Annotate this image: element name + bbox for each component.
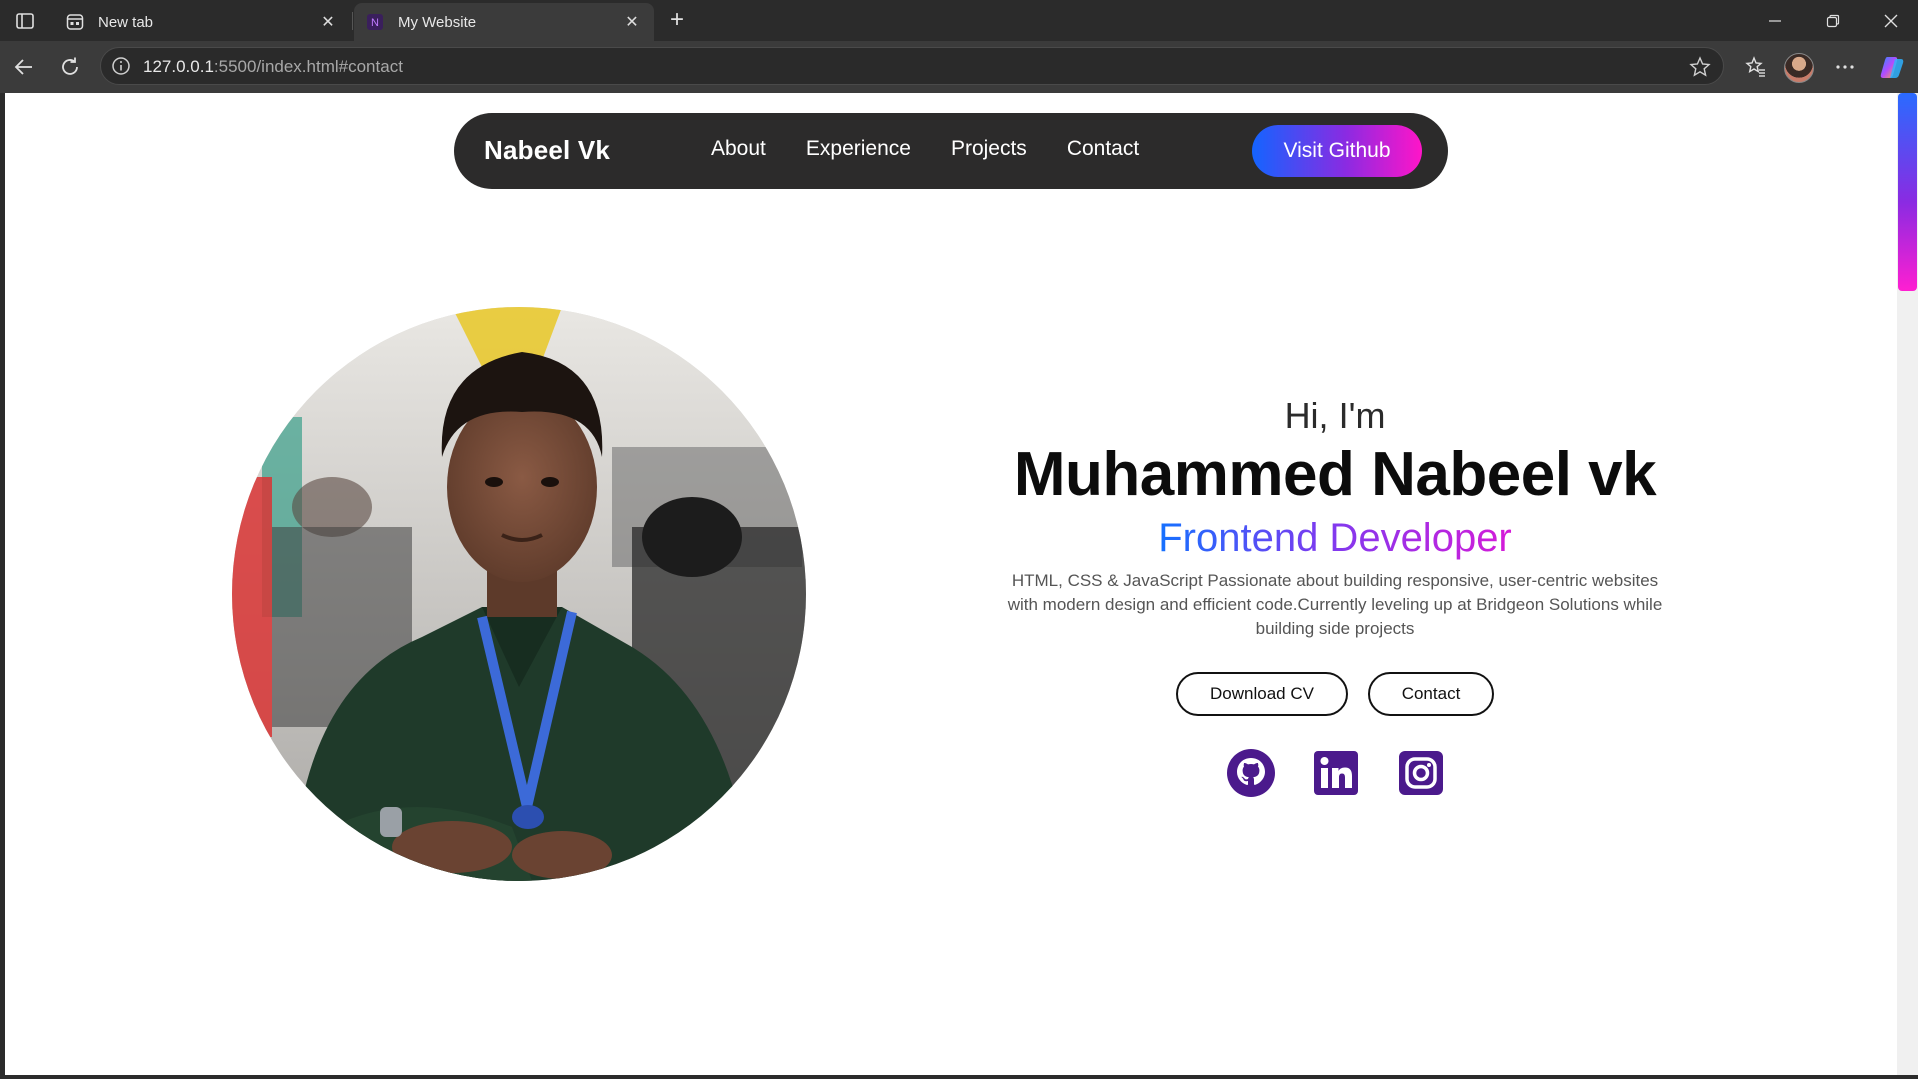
instagram-link[interactable] [1396,748,1446,798]
linkedin-icon [1314,751,1358,795]
tab-new-tab[interactable]: New tab ✕ [54,3,350,41]
page-scrollbar[interactable] [1897,93,1918,1075]
nav-links: About Experience Projects Contact [711,137,1179,161]
site-favicon-icon: N [366,13,384,31]
profile-photo [232,307,806,881]
hero-greeting: Hi, I'm [1284,395,1386,436]
hero-name: Muhammed Nabeel vk [1013,440,1657,509]
restore-button[interactable] [1813,6,1853,36]
copilot-icon [1880,57,1904,78]
sidebar-toggle-icon [16,13,34,29]
linkedin-link[interactable] [1311,748,1361,798]
social-links [1005,748,1665,798]
page-viewport: Nabeel Vk About Experience Projects Cont… [5,93,1897,1075]
copilot-button[interactable] [1877,52,1907,82]
contact-button[interactable]: Contact [1368,672,1494,716]
hero-intro: Hi, I'm Muhammed Nabeel vk Frontend Deve… [1005,393,1665,798]
scrollbar-thumb[interactable] [1898,93,1917,291]
nav-link-projects[interactable]: Projects [951,137,1027,161]
tab-my-website[interactable]: N My Website ✕ [354,3,654,41]
address-bar[interactable]: 127.0.0.1:5500/index.html#contact [100,47,1724,85]
site-navbar: Nabeel Vk About Experience Projects Cont… [454,113,1448,189]
instagram-icon [1399,751,1443,795]
nav-link-about[interactable]: About [711,137,766,161]
nav-link-experience[interactable]: Experience [806,137,911,161]
reload-icon [62,57,78,75]
close-window-button[interactable] [1871,6,1911,36]
site-brand[interactable]: Nabeel Vk [484,135,610,166]
minimize-icon [1769,20,1781,22]
back-button[interactable] [8,51,40,83]
hero-bio: HTML, CSS & JavaScript Passionate about … [1007,571,1663,638]
url-text: 127.0.0.1:5500/index.html#contact [143,57,403,77]
arrow-left-icon [14,59,32,75]
restore-icon [1826,14,1840,28]
download-cv-button[interactable]: Download CV [1176,672,1348,716]
favorites-list-icon [1745,56,1765,77]
favorite-star-icon[interactable] [1689,56,1711,78]
nav-link-contact[interactable]: Contact [1067,137,1139,161]
github-icon [1227,749,1275,797]
new-tab-icon [66,13,84,31]
hero-buttons: Download CV Contact [1005,672,1665,716]
browser-toolbar: 127.0.0.1:5500/index.html#contact [0,41,1918,93]
svg-text:N: N [371,17,379,29]
reload-button[interactable] [54,51,86,83]
minimize-button[interactable] [1755,6,1795,36]
visit-github-button[interactable]: Visit Github [1252,125,1422,177]
tab-actions-button[interactable] [12,9,38,33]
tab-title: New tab [98,13,154,31]
site-info-icon[interactable] [111,56,131,76]
tab-separator [352,12,353,30]
close-tab-icon[interactable]: ✕ [318,12,338,32]
profile-avatar[interactable] [1784,53,1814,83]
more-dots-icon [1836,65,1854,69]
tab-title: My Website [398,13,477,31]
browser-tab-strip: New tab ✕ N My Website ✕ + [0,0,1918,41]
new-tab-button[interactable]: + [664,8,690,34]
hero-role: Frontend Developer [1158,511,1512,565]
close-icon [1884,14,1898,28]
settings-more-button[interactable] [1830,52,1860,82]
favorites-button[interactable] [1741,52,1771,82]
url-host: 127.0.0.1 [143,57,214,76]
close-tab-icon[interactable]: ✕ [622,12,642,32]
url-path: :5500/index.html#contact [213,57,403,76]
github-link[interactable] [1226,748,1276,798]
